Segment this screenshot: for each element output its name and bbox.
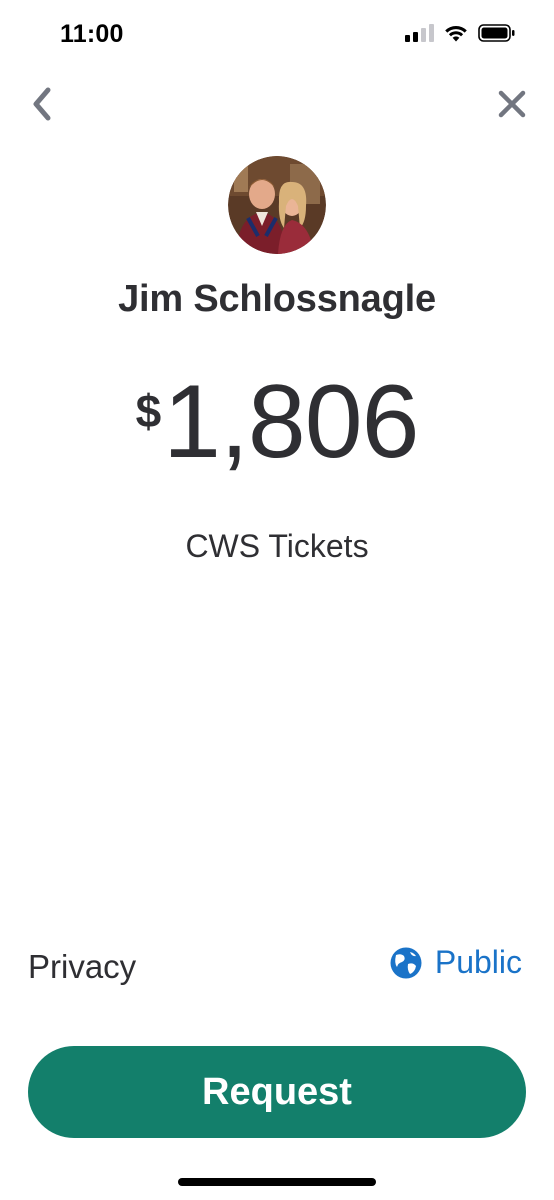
back-button[interactable] — [22, 84, 62, 124]
chevron-left-icon — [33, 87, 51, 121]
amount-value: 1,806 — [163, 364, 419, 480]
privacy-value: Public — [434, 944, 522, 980]
battery-icon — [478, 24, 515, 42]
home-indicator — [178, 1178, 376, 1186]
globe-icon — [390, 947, 422, 978]
amount-display: $1,806 — [0, 370, 554, 474]
privacy-selector[interactable]: Public — [389, 944, 522, 981]
close-icon — [498, 90, 526, 118]
recipient-name: Jim Schlossnagle — [118, 278, 436, 320]
wifi-icon — [445, 26, 467, 42]
payment-note[interactable]: CWS Tickets — [0, 528, 554, 565]
cellular-signal-icon — [405, 24, 434, 42]
status-icons — [405, 24, 516, 42]
close-button[interactable] — [492, 84, 532, 124]
currency-symbol: $ — [135, 385, 162, 437]
profile-photo — [228, 156, 326, 254]
status-time: 11:00 — [60, 20, 124, 48]
request-button[interactable]: Request — [28, 1046, 526, 1138]
avatar — [228, 156, 326, 254]
privacy-label: Privacy — [28, 948, 137, 985]
status-bar: 11:00 — [0, 0, 554, 72]
